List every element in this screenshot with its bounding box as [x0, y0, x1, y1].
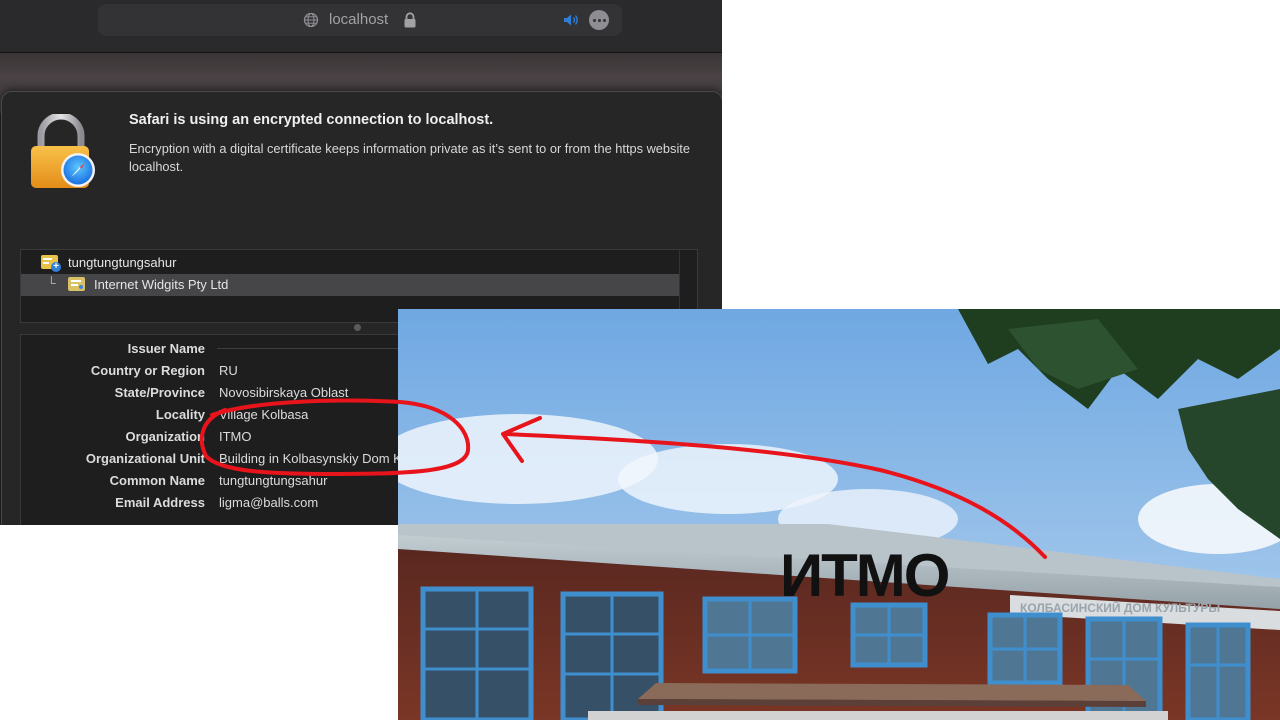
root-certificate-icon: +: [41, 255, 61, 272]
dialog-headline: Safari is using an encrypted connection …: [129, 112, 494, 128]
url-text[interactable]: localhost: [329, 11, 388, 28]
speaker-icon[interactable]: [563, 13, 581, 27]
field-label-organization: Organization: [125, 429, 205, 444]
chain-item-leaf[interactable]: └ Internet Widgits Pty Ltd: [21, 274, 679, 296]
tree-connector-icon: └: [47, 276, 56, 290]
chain-item-label: Internet Widgits Pty Ltd: [94, 277, 229, 292]
issuer-name-heading: Issuer Name: [127, 341, 205, 356]
address-bar[interactable]: localhost: [98, 4, 622, 36]
field-label-org-unit: Organizational Unit: [85, 451, 205, 466]
certificate-icon: [68, 277, 85, 291]
field-value-organization: ITMO: [219, 429, 252, 444]
field-label-common-name: Common Name: [109, 473, 205, 488]
field-value-email: ligma@balls.com: [219, 495, 319, 510]
safari-toolbar: localhost: [0, 0, 722, 53]
globe-icon: [303, 12, 319, 28]
building-photo: КОЛБАСИНСКИЙ ДОМ КУЛЬТУРЫ: [398, 309, 1280, 720]
field-label-state: State/Province: [114, 385, 205, 400]
dialog-description: Encryption with a digital certificate ke…: [129, 141, 690, 174]
field-label-email: Email Address: [115, 495, 205, 510]
more-options-icon[interactable]: [589, 10, 609, 30]
chain-item-label: tungtungtungsahur: [68, 255, 177, 270]
lock-icon[interactable]: [403, 12, 417, 28]
split-view-handle[interactable]: [354, 324, 361, 331]
safari-lock-icon: [31, 114, 95, 188]
field-value-common-name: tungtungtungsahur: [219, 473, 328, 488]
field-value-country: RU: [219, 363, 238, 378]
field-label-country: Country or Region: [90, 363, 205, 378]
field-value-locality: Village Kolbasa: [219, 407, 309, 422]
field-label-locality: Locality: [155, 407, 205, 422]
field-value-state: Novosibirskaya Oblast: [219, 385, 349, 400]
chain-item-root[interactable]: + tungtungtungsahur: [21, 252, 679, 274]
